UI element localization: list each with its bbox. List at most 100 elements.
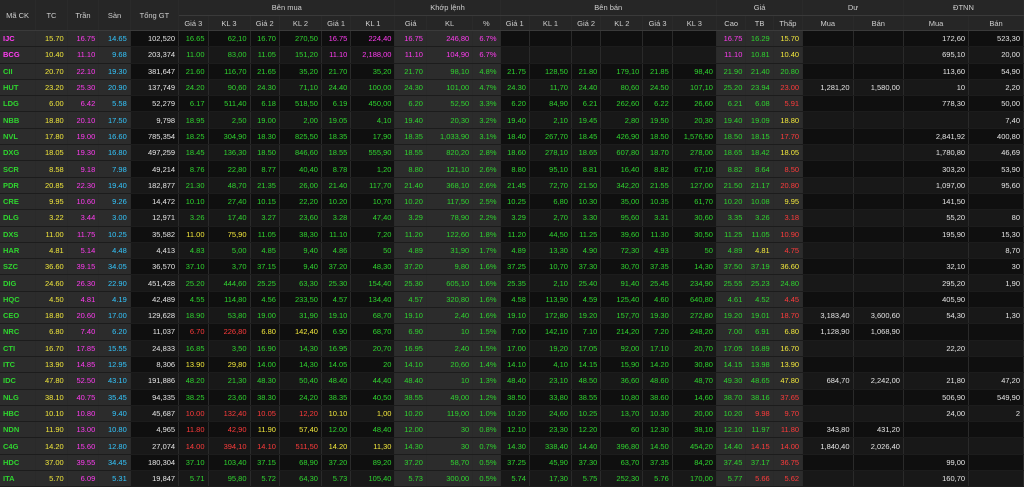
header-floor[interactable]: Sàn xyxy=(98,0,131,31)
cell-symbol[interactable]: CRE xyxy=(0,193,37,211)
cell-symbol[interactable]: CTI xyxy=(0,340,37,357)
cell-bid-vol-2: 518,50 xyxy=(279,95,322,113)
cell-bid-price-3: 18.95 xyxy=(178,111,209,129)
header-remain-buy[interactable]: Mua xyxy=(802,15,854,31)
table-row[interactable]: HQC 4.50 4.81 4.19 42,489 4.55 114,80 4.56 233,5… xyxy=(0,291,1024,309)
header-bid-price-3[interactable]: Giá 3 xyxy=(178,15,209,31)
cell-foreign-buy: 405,90 xyxy=(903,291,970,309)
cell-symbol[interactable]: CEO xyxy=(0,307,37,325)
header-match-price[interactable]: Giá xyxy=(394,15,427,31)
header-bid-vol-3[interactable]: KL 3 xyxy=(208,15,251,31)
cell-symbol[interactable]: PDR xyxy=(0,177,37,194)
table-row[interactable]: HBC 10.10 10.80 9.40 45,687 10.00 132,40 10.05 1… xyxy=(0,405,1024,423)
table-row[interactable]: SZC 36.60 39.15 34.05 36,570 37.10 3,70 37.15 9,… xyxy=(0,258,1024,276)
cell-match-pct: 1.3% xyxy=(472,372,501,390)
cell-symbol[interactable]: DXS xyxy=(0,226,37,243)
header-bid-vol-1[interactable]: KL 1 xyxy=(350,15,396,31)
header-low[interactable]: Thấp xyxy=(773,15,804,31)
cell-ref: 3.22 xyxy=(35,209,68,227)
header-ref[interactable]: TC xyxy=(35,0,68,31)
header-match-vol[interactable]: KL xyxy=(426,15,474,31)
header-remain-sell[interactable]: Bán xyxy=(853,15,904,31)
cell-foreign-sell: 50,00 xyxy=(968,95,1024,113)
cell-ask-price-3: 10.30 xyxy=(642,405,673,423)
cell-ask-price-2: 5.75 xyxy=(571,470,602,487)
cell-symbol[interactable]: SZC xyxy=(0,258,37,276)
header-foreign-buy[interactable]: Mua xyxy=(903,15,970,31)
table-row[interactable]: SCR 8.58 9.18 7.98 49,214 8.76 22,80 8.77 40,40 8… xyxy=(0,160,1024,178)
cell-ask-vol-1: 10,70 xyxy=(529,258,572,276)
table-row[interactable]: NRC 6.80 7.40 6.20 11,037 6.70 226,80 6.80 142,4… xyxy=(0,323,1024,341)
cell-symbol[interactable]: BCG xyxy=(0,46,37,64)
header-ask-price-1[interactable]: Giá 1 xyxy=(500,15,530,31)
table-row[interactable]: DXG 18.05 19.30 16.80 497,259 18.45 136,30 18.5… xyxy=(0,144,1024,162)
table-row[interactable]: CII 20.70 22.10 19.30 381,647 21.60 116,70 21.6… xyxy=(0,63,1024,80)
cell-symbol[interactable]: NDN xyxy=(0,421,37,439)
cell-bid-price-1: 11.10 xyxy=(321,46,352,64)
header-ask-vol-2[interactable]: KL 2 xyxy=(600,15,644,31)
cell-symbol[interactable]: NLG xyxy=(0,389,37,406)
table-row[interactable]: HUT 23.20 25.30 20.90 137,749 24.20 90,60 24.30… xyxy=(0,79,1024,97)
cell-symbol[interactable]: C4G xyxy=(0,437,37,455)
cell-symbol[interactable]: HUT xyxy=(0,79,37,97)
header-symbol[interactable]: Mã CK xyxy=(0,0,37,31)
table-row[interactable]: NDN 11.90 13.00 10.80 4,965 11.80 42,90 11.90 57… xyxy=(0,421,1024,439)
cell-symbol[interactable]: HQC xyxy=(0,291,37,309)
header-match-pct[interactable]: % xyxy=(472,15,501,31)
header-foreign-sell[interactable]: Bán xyxy=(968,15,1024,31)
cell-symbol[interactable]: LDG xyxy=(0,95,37,113)
cell-bid-vol-3: 17,40 xyxy=(208,209,251,227)
header-bid-price-1[interactable]: Giá 1 xyxy=(321,15,352,31)
cell-symbol[interactable]: NRC xyxy=(0,323,37,341)
table-row[interactable]: NBB 18.80 20.10 17.50 9,798 18.95 2,50 19.00 2,0… xyxy=(0,111,1024,129)
cell-symbol[interactable]: SCR xyxy=(0,160,37,178)
cell-symbol[interactable]: CII xyxy=(0,63,37,80)
cell-symbol[interactable]: NVL xyxy=(0,128,37,146)
header-ask-vol-1[interactable]: KL 1 xyxy=(529,15,572,31)
cell-symbol[interactable]: HBC xyxy=(0,405,37,423)
table-row[interactable]: ITC 13.90 14.85 12.95 8,306 13.90 29,80 14.00 14… xyxy=(0,356,1024,374)
table-row[interactable]: CRE 9.95 10.60 9.26 14,472 10.10 27,40 10.15 22,… xyxy=(0,193,1024,211)
cell-symbol[interactable]: DXG xyxy=(0,144,37,162)
header-ceil[interactable]: Trần xyxy=(67,0,100,31)
header-total[interactable]: Tổng GT xyxy=(130,0,180,31)
table-row[interactable]: DXS 11.00 11.75 10.25 35,582 11.00 75,90 11.05 3… xyxy=(0,226,1024,243)
cell-symbol[interactable]: IJC xyxy=(0,30,37,48)
table-row[interactable]: DIG 24.60 26.30 22.90 451,428 25.20 444,60 25.2… xyxy=(0,274,1024,292)
cell-match-price: 10.20 xyxy=(394,405,427,423)
cell-bid-price-2: 14.00 xyxy=(250,356,280,374)
header-avg[interactable]: TB xyxy=(745,15,774,31)
cell-symbol[interactable]: HDC xyxy=(0,454,37,472)
table-row[interactable]: CTI 16.70 17.85 15.55 24,833 16.85 3,50 16.90 14… xyxy=(0,340,1024,357)
cell-symbol[interactable]: DIG xyxy=(0,274,37,292)
header-high[interactable]: Cao xyxy=(716,15,747,31)
table-row[interactable]: C4G 14.20 15.60 12.80 27,074 14.00 394,10 14.10… xyxy=(0,437,1024,455)
cell-symbol[interactable]: IDC xyxy=(0,372,37,390)
cell-avg: 4.52 xyxy=(745,291,774,309)
table-row[interactable]: IJC 15.70 16.75 14.65 102,520 16.65 62,10 16.70… xyxy=(0,30,1024,48)
cell-bid-price-3: 4.83 xyxy=(178,242,209,260)
table-row[interactable]: LDG 6.00 6.42 5.58 52,279 6.17 511,40 6.18 518,5… xyxy=(0,95,1024,113)
cell-bid-vol-2: 26,00 xyxy=(279,177,322,194)
table-row[interactable]: CEO 18.80 20.60 17.00 129,628 18.90 53,80 19.00… xyxy=(0,307,1024,325)
table-row[interactable]: PDR 20.85 22.30 19.40 182,877 21.30 48,70 21.35… xyxy=(0,177,1024,194)
table-row[interactable]: HAR 4.81 5.14 4.48 4,413 4.83 5,00 4.85 9,40 4.86… xyxy=(0,242,1024,260)
table-row[interactable]: NVL 17.80 19.00 16.60 785,354 18.25 304,90 18.3… xyxy=(0,128,1024,146)
table-row[interactable]: NLG 38.10 40.75 35.45 94,335 38.25 23,60 38.30 2… xyxy=(0,389,1024,406)
cell-symbol[interactable]: HAR xyxy=(0,242,37,260)
header-bid-vol-2[interactable]: KL 2 xyxy=(279,15,322,31)
table-row[interactable]: BCG 10.40 11.10 9.68 203,374 11.00 83,00 11.05 1… xyxy=(0,46,1024,64)
cell-symbol[interactable]: NBB xyxy=(0,111,37,129)
header-ask-vol-3[interactable]: KL 3 xyxy=(672,15,717,31)
table-row[interactable]: DLG 3.22 3.44 3.00 12,971 3.26 17,40 3.27 23,60 3… xyxy=(0,209,1024,227)
cell-symbol[interactable]: DLG xyxy=(0,209,37,227)
cell-match-price: 14.30 xyxy=(394,437,427,455)
header-ask-price-2[interactable]: Giá 2 xyxy=(571,15,602,31)
table-row[interactable]: ITA 5.70 6.09 5.31 19,847 5.71 95,80 5.72 64,30 5… xyxy=(0,470,1024,487)
table-row[interactable]: IDC 47.80 52.50 43.10 191,886 48.20 21,30 48.30… xyxy=(0,372,1024,390)
cell-symbol[interactable]: ITA xyxy=(0,470,37,487)
header-bid-price-2[interactable]: Giá 2 xyxy=(250,15,280,31)
header-ask-price-3[interactable]: Giá 3 xyxy=(642,15,673,31)
table-row[interactable]: HDC 37.00 39.55 34.45 180,304 37.10 103,40 37.1… xyxy=(0,454,1024,472)
cell-symbol[interactable]: ITC xyxy=(0,356,37,374)
